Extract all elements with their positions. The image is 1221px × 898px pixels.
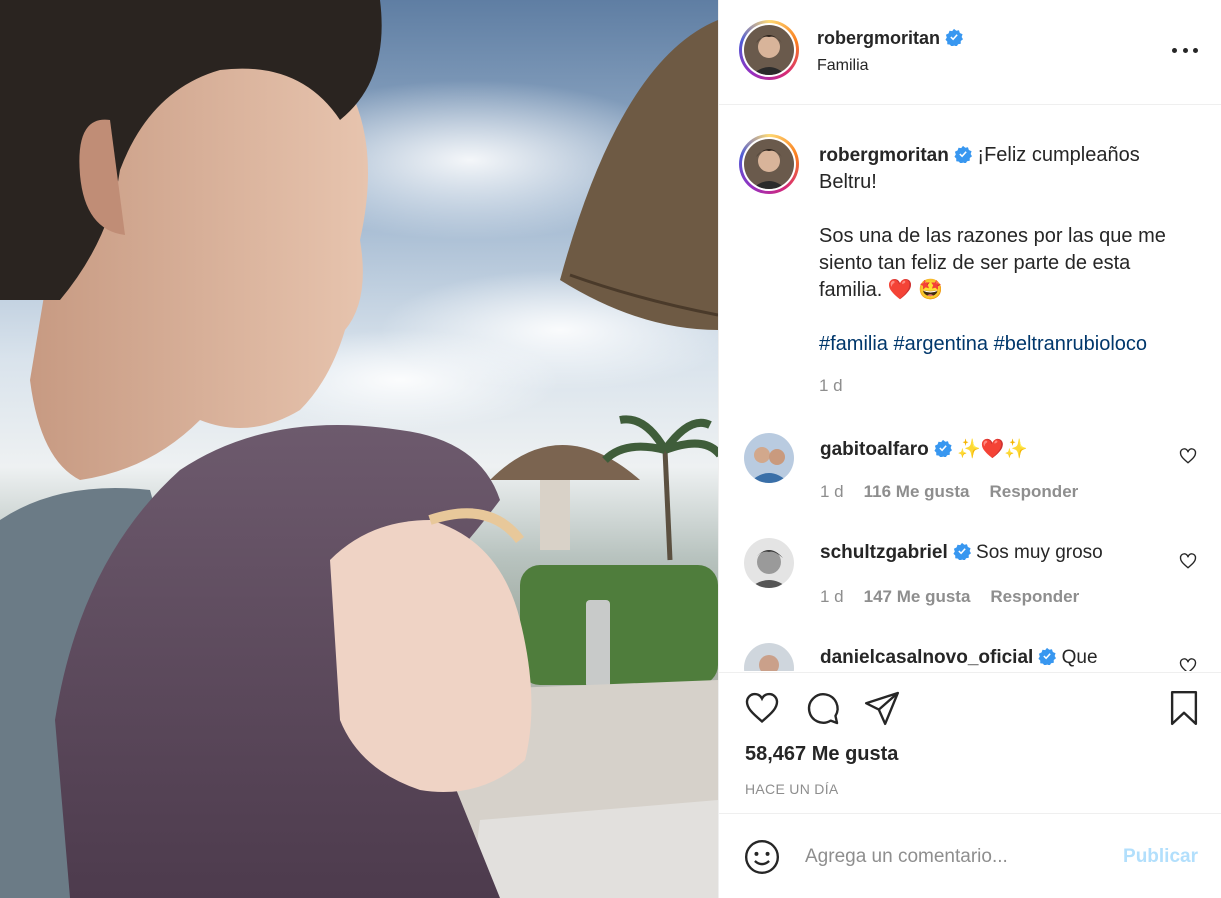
comment-text: ✨❤️✨ xyxy=(957,439,1028,460)
photo-illustration xyxy=(0,0,718,898)
comment-like-heart-icon[interactable] xyxy=(1179,447,1197,465)
comment-input[interactable] xyxy=(805,840,1095,874)
like-count[interactable]: 58,467 Me gusta xyxy=(745,743,898,766)
comment-likes[interactable]: 116 Me gusta xyxy=(864,482,970,501)
post-side-panel: robergmoritan Familia robergmoritan ¡Fel… xyxy=(718,0,1221,898)
comment-text: Sos muy groso xyxy=(976,542,1103,563)
verified-badge-icon xyxy=(934,439,952,457)
commenter-avatar[interactable] xyxy=(744,433,794,483)
comment-item: schultzgabriel Sos muy groso 1 d 147 Me g… xyxy=(739,538,1209,628)
comment-icon[interactable] xyxy=(803,689,841,727)
reply-button[interactable]: Responder xyxy=(989,482,1078,501)
commenter-avatar[interactable] xyxy=(744,538,794,588)
reply-button[interactable]: Responder xyxy=(990,587,1079,606)
add-comment-bar: Publicar xyxy=(719,813,1221,898)
caption-author-avatar[interactable] xyxy=(739,134,799,194)
verified-badge-icon xyxy=(953,542,971,560)
caption-timestamp[interactable]: 1 d xyxy=(819,376,843,396)
post-timestamp[interactable]: HACE UN DÍA xyxy=(745,781,839,797)
comment-item: gabitoalfaro ✨❤️✨ 1 d 116 Me gusta Respond… xyxy=(739,433,1209,523)
hashtag-link[interactable]: #familia xyxy=(819,333,888,355)
comment-like-heart-icon[interactable] xyxy=(1179,657,1197,671)
post-location[interactable]: Familia xyxy=(817,57,869,75)
post-actions: 58,467 Me gusta HACE UN DÍA xyxy=(719,672,1221,812)
author-username[interactable]: robergmoritan xyxy=(817,28,940,48)
caption-body: Sos una de las razones por las que me si… xyxy=(819,225,1166,301)
comment-likes[interactable]: 147 Me gusta xyxy=(864,587,971,606)
caption-emoji: ❤️ 🤩 xyxy=(887,279,944,301)
comment-text: Que xyxy=(1061,647,1098,668)
commenter-username[interactable]: schultzgabriel xyxy=(820,542,948,563)
author-avatar[interactable] xyxy=(739,20,799,80)
comment-timestamp[interactable]: 1 d xyxy=(820,482,844,501)
heart-icon[interactable] xyxy=(743,689,781,727)
comment-like-heart-icon[interactable] xyxy=(1179,552,1197,570)
paper-plane-icon[interactable] xyxy=(863,689,901,727)
more-options-icon[interactable] xyxy=(1172,40,1198,60)
hashtag-link[interactable]: #argentina xyxy=(893,333,988,355)
bookmark-icon[interactable] xyxy=(1165,689,1203,727)
commenter-username[interactable]: gabitoalfaro xyxy=(820,439,929,460)
commenter-username[interactable]: danielcasalnovo_oficial xyxy=(820,647,1033,668)
author-avatar-image xyxy=(744,25,794,75)
caption-text: robergmoritan ¡Feliz cumpleaños Beltru! … xyxy=(819,142,1199,358)
commenter-avatar[interactable] xyxy=(744,643,794,671)
smiley-icon[interactable] xyxy=(743,838,781,876)
verified-badge-icon xyxy=(1038,647,1057,665)
verified-badge-icon xyxy=(945,28,964,46)
post-header: robergmoritan Familia xyxy=(719,0,1221,105)
hashtag-link[interactable]: #beltranrubioloco xyxy=(994,333,1147,355)
post-photo[interactable] xyxy=(0,0,718,898)
comments-section[interactable]: robergmoritan ¡Feliz cumpleaños Beltru! … xyxy=(719,106,1221,671)
caption-username[interactable]: robergmoritan xyxy=(819,145,949,166)
caption-hashtags: #familia #argentina #beltranrubioloco xyxy=(819,331,1199,358)
verified-badge-icon xyxy=(954,145,972,163)
comment-item: danielcasalnovo_oficial Que xyxy=(739,643,1209,671)
publish-button[interactable]: Publicar xyxy=(1123,846,1198,868)
comment-timestamp[interactable]: 1 d xyxy=(820,587,844,606)
